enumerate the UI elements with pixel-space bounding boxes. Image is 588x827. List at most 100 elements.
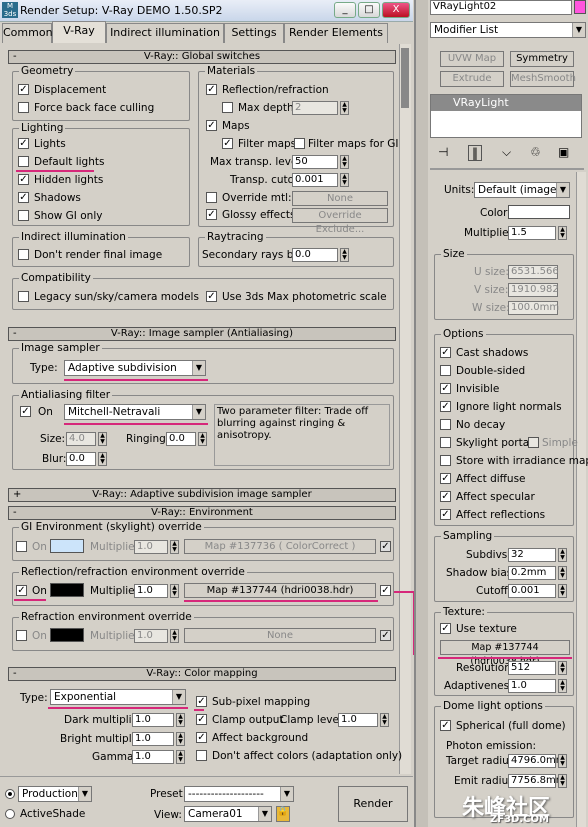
gi-env-mult-input[interactable]: 1.0 (134, 540, 168, 554)
close-button[interactable]: X (382, 2, 410, 18)
refl-env-map-checkbox[interactable]: ✓ (380, 585, 391, 596)
maxtransp-spinner[interactable]: ▲ ▼ (340, 155, 349, 169)
tab-settings[interactable]: Settings (224, 23, 284, 43)
adaptiveness-input[interactable]: 1.0 (508, 679, 556, 693)
make-unique-icon[interactable]: ⌵ (502, 145, 511, 160)
gi-env-color-swatch[interactable] (50, 539, 84, 553)
refl-env-color-swatch[interactable] (50, 583, 84, 597)
panel-scrollbar[interactable] (576, 172, 586, 827)
clamp-level-spinner[interactable]: ▲ ▼ (380, 713, 389, 727)
stack-item-vraylight[interactable]: VRayLight (431, 95, 581, 111)
cmap-gamma-spinner[interactable]: ▲ ▼ (176, 750, 185, 764)
configure-sets-icon[interactable]: ▣ (558, 145, 569, 159)
modifier-list-dropdown[interactable]: Modifier List ▼ (430, 22, 586, 38)
rollout-adaptive-subdivision[interactable]: + V-Ray:: Adaptive subdivision image samp… (8, 488, 396, 502)
refr-env-color-swatch[interactable] (50, 628, 84, 642)
no-decay-checkbox[interactable] (440, 419, 451, 430)
transpcut-input[interactable]: 0.001 (292, 173, 338, 187)
clamp-output-checkbox[interactable]: ✓ (196, 714, 207, 725)
override-mtl-button[interactable]: None (292, 191, 388, 206)
filter-gi-checkbox[interactable] (294, 138, 305, 149)
symmetry-button[interactable]: Symmetry (510, 51, 574, 67)
rollout-color-mapping[interactable]: - V-Ray:: Color mapping (8, 667, 396, 681)
activeshade-radio[interactable] (5, 809, 15, 819)
cutoff-spinner[interactable]: ▲ ▼ (558, 584, 567, 598)
override-mtl-checkbox[interactable] (206, 192, 217, 203)
resolution-spinner[interactable]: ▲ ▼ (558, 661, 567, 675)
affect-specular-checkbox[interactable]: ✓ (440, 491, 451, 502)
pin-stack-icon[interactable]: ⊣ (438, 145, 448, 159)
refl-env-mult-input[interactable]: 1.0 (134, 584, 168, 598)
maxtransp-input[interactable]: 50 (292, 155, 338, 169)
maxdepth-spinner[interactable]: ▲ ▼ (340, 101, 349, 115)
legacy-checkbox[interactable] (18, 291, 29, 302)
displacement-checkbox[interactable]: ✓ (18, 84, 29, 95)
affect-bg-checkbox[interactable]: ✓ (196, 732, 207, 743)
aa-size-spinner[interactable]: ▲ ▼ (98, 432, 107, 446)
light-color-swatch[interactable] (508, 205, 570, 219)
gi-env-on-checkbox[interactable] (16, 541, 27, 552)
units-dropdown[interactable]: Default (image) ▼ (474, 182, 570, 198)
subpixel-checkbox[interactable]: ✓ (196, 696, 207, 707)
aa-blur-input[interactable]: 0.0 (66, 452, 96, 466)
refr-env-mult-input[interactable]: 1.0 (134, 629, 168, 643)
production-dropdown[interactable]: Production ▼ (18, 786, 92, 802)
view-dropdown[interactable]: Camera01 ▼ (184, 806, 272, 822)
scrollbar-thumb[interactable] (401, 48, 409, 108)
rollout-image-sampler[interactable]: - V-Ray:: Image sampler (Antialiasing) (8, 327, 396, 341)
hidden-lights-checkbox[interactable]: ✓ (18, 174, 29, 185)
use-texture-checkbox[interactable]: ✓ (440, 623, 451, 634)
show-gi-checkbox[interactable] (18, 210, 29, 221)
refr-env-map-checkbox[interactable]: ✓ (380, 630, 391, 641)
resolution-input[interactable]: 512 (508, 661, 556, 675)
glossy-checkbox[interactable]: ✓ (206, 209, 217, 220)
light-mult-spinner[interactable]: ▲ ▼ (558, 226, 567, 240)
aa-on-checkbox[interactable]: ✓ (20, 406, 31, 417)
cmap-dark-input[interactable]: 1.0 (132, 713, 174, 727)
rollout-global-switches[interactable]: - V-Ray:: Global switches (8, 50, 396, 64)
emit-radius-spinner[interactable]: ▲ ▼ (558, 774, 567, 788)
remove-modifier-icon[interactable]: ♲ (530, 145, 541, 159)
refr-env-on-checkbox[interactable] (16, 630, 27, 641)
refl-env-on-checkbox[interactable]: ✓ (16, 585, 27, 596)
usize-input[interactable]: 6531.566 (508, 265, 559, 279)
uvw-map-button[interactable]: UVW Map (440, 51, 504, 67)
cmap-bright-spinner[interactable]: ▲ ▼ (176, 732, 185, 746)
gi-env-map-button[interactable]: Map #137736 ( ColorCorrect ) (184, 539, 376, 554)
lights-checkbox[interactable]: ✓ (18, 138, 29, 149)
tab-common[interactable]: Common (2, 23, 53, 43)
adaptiveness-spinner[interactable]: ▲ ▼ (558, 679, 567, 693)
shadowbias-input[interactable]: 0.2mm (508, 566, 556, 580)
secbias-spinner[interactable]: ▲ ▼ (340, 248, 349, 262)
maximize-button[interactable]: □ (358, 2, 380, 18)
object-color-swatch[interactable] (574, 0, 586, 14)
subdivs-spinner[interactable]: ▲ ▼ (558, 548, 567, 562)
simple-checkbox[interactable] (528, 437, 539, 448)
aa-blur-spinner[interactable]: ▲ ▼ (98, 452, 107, 466)
meshsmooth-button[interactable]: MeshSmooth (510, 71, 576, 87)
default-lights-checkbox[interactable] (18, 156, 29, 167)
refl-env-mult-spinner[interactable]: ▲ ▼ (170, 584, 179, 598)
scrollbar[interactable] (399, 44, 411, 774)
sampler-type-dropdown[interactable]: Adaptive subdivision ▼ (64, 360, 206, 376)
store-irradiance-checkbox[interactable] (440, 455, 451, 466)
refr-env-mult-spinner[interactable]: ▲ ▼ (170, 629, 179, 643)
dont-affect-checkbox[interactable] (196, 750, 207, 761)
minimize-button[interactable]: _ (334, 2, 356, 18)
maps-checkbox[interactable]: ✓ (206, 120, 217, 131)
target-radius-spinner[interactable]: ▲ ▼ (558, 754, 567, 768)
clamp-level-input[interactable]: 1.0 (338, 713, 378, 727)
tab-render-elements[interactable]: Render Elements (284, 23, 388, 43)
emit-radius-input[interactable]: 7756.8mm (508, 774, 565, 788)
cmap-bright-input[interactable]: 1.0 (132, 732, 174, 746)
reflrefr-checkbox[interactable]: ✓ (206, 84, 217, 95)
spherical-checkbox[interactable]: ✓ (440, 720, 451, 731)
target-radius-input[interactable]: 4796.0mm (508, 754, 565, 768)
cmap-dark-spinner[interactable]: ▲ ▼ (176, 713, 185, 727)
aa-size-input[interactable]: 4.0 (66, 432, 96, 446)
texture-map-button[interactable]: Map #137744 (hdri0038.hdr) (440, 640, 570, 667)
object-name-input[interactable]: VRayLight02 (430, 0, 572, 15)
double-sided-checkbox[interactable] (440, 365, 451, 376)
refl-env-map-button[interactable]: Map #137744 (hdri0038.hdr) (184, 583, 376, 598)
maxdepth-checkbox[interactable] (222, 102, 233, 113)
